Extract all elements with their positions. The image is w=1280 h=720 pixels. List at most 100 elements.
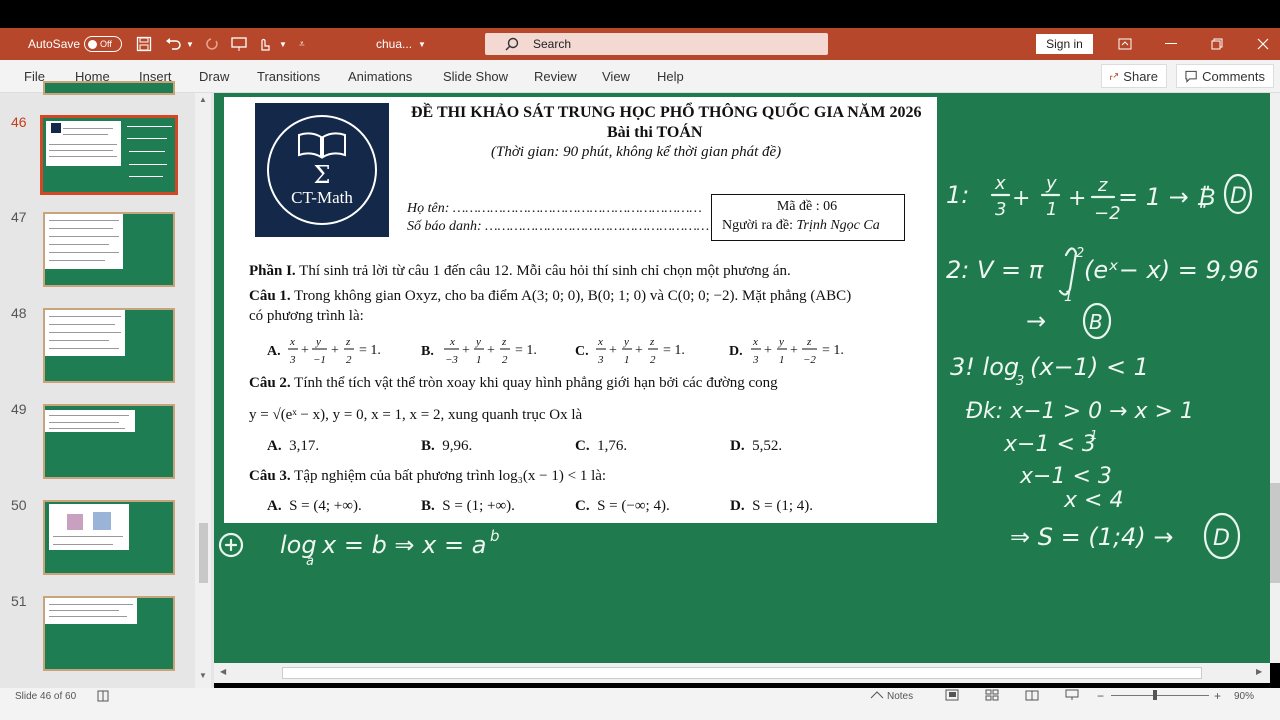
slide-vertical-scrollbar[interactable]: [1270, 93, 1280, 663]
restore-icon[interactable]: [1194, 28, 1240, 60]
tab-help[interactable]: Help: [657, 69, 684, 84]
tab-review[interactable]: Review: [534, 69, 577, 84]
svg-text:x = b ⇒ x = a: x = b ⇒ x = a: [321, 531, 486, 559]
scroll-up-arrow[interactable]: ▲: [199, 95, 207, 104]
svg-text:−2: −2: [1094, 203, 1121, 224]
slide-number: 46: [11, 114, 27, 130]
search-placeholder: Search: [533, 37, 572, 51]
notes-button[interactable]: Notes: [887, 691, 913, 702]
vertical-scroll-thumb[interactable]: [1270, 483, 1280, 583]
svg-text:y: y: [1045, 173, 1057, 194]
scroll-thumb[interactable]: [199, 523, 208, 583]
comment-icon: [1185, 70, 1197, 83]
slide-thumbnail-50[interactable]: [43, 500, 175, 575]
share-button[interactable]: Share: [1101, 64, 1167, 88]
status-bar: Slide 46 of 60 Notes − + 90%: [0, 688, 1280, 720]
svg-text:(eˣ− x) = 9,96: (eˣ− x) = 9,96: [1084, 256, 1259, 284]
touch-mode-icon[interactable]: [256, 28, 272, 60]
search-box[interactable]: Search: [485, 33, 828, 55]
svg-text:1: 1: [1064, 289, 1073, 305]
powerpoint-window: AutoSave Off ▼ ▼ ⩡ chua... ▼ Search Sign…: [0, 0, 1280, 720]
zoom-slider-thumb[interactable]: [1153, 690, 1157, 700]
autosave-toggle[interactable]: Off: [78, 28, 122, 60]
handwritten-ink: log a x = b ⇒ x = a b 1: x 3 + y 1 + z −2 =…: [218, 173, 1259, 569]
minimize-icon[interactable]: [1148, 28, 1194, 60]
slide-thumbnail-45[interactable]: [43, 81, 175, 95]
sign-in-button[interactable]: Sign in: [1036, 34, 1093, 54]
redo-icon[interactable]: [202, 28, 220, 60]
slide-thumbnail-49[interactable]: [43, 404, 175, 479]
tab-slide-show[interactable]: Slide Show: [443, 69, 508, 84]
horizontal-scroll-thumb[interactable]: [282, 667, 1202, 679]
svg-text:Đk: x−1 > 0 → x > 1: Đk: x−1 > 0 → x > 1: [966, 399, 1194, 424]
svg-text:1:: 1:: [946, 181, 969, 209]
svg-text:⇒ S = (1;4) →: ⇒ S = (1;4) →: [1010, 523, 1173, 551]
svg-text:x−1 < 3: x−1 < 3: [1003, 432, 1096, 457]
svg-text:x < 4: x < 4: [1063, 488, 1123, 513]
thumbnail-scrollbar[interactable]: ▲ ▼: [195, 93, 211, 688]
touch-dropdown-icon[interactable]: ▼: [279, 28, 287, 60]
slide-thumbnail-51[interactable]: [43, 596, 175, 671]
tab-animations[interactable]: Animations: [348, 69, 412, 84]
svg-text:+: +: [1012, 186, 1030, 211]
document-name[interactable]: chua...: [376, 28, 412, 60]
zoom-level[interactable]: 90%: [1234, 691, 1254, 702]
tab-file[interactable]: File: [24, 69, 45, 84]
accessibility-icon[interactable]: [97, 690, 109, 702]
search-icon: [505, 37, 519, 51]
ribbon-tabs: File Home Insert Draw Transitions Animat…: [0, 60, 1280, 93]
undo-dropdown-icon[interactable]: ▼: [186, 28, 194, 60]
svg-text:z: z: [1097, 175, 1108, 196]
present-icon[interactable]: [231, 28, 247, 60]
slide-thumbnail-pane: 46 47 48 49 50 51 ▲ ▼: [0, 81, 214, 688]
reading-view-icon[interactable]: [1025, 689, 1039, 701]
zoom-in-button[interactable]: +: [1214, 689, 1221, 703]
svg-text:= 1 → ₿: = 1 → ₿: [1118, 183, 1215, 211]
slide-thumbnail-46[interactable]: [40, 115, 178, 195]
autosave-state: Off: [100, 39, 112, 49]
zoom-out-button[interactable]: −: [1097, 689, 1104, 703]
svg-text:a: a: [306, 554, 314, 569]
svg-text:3: 3: [995, 199, 1006, 220]
ink-log-rule: log a x = b ⇒ x = a b: [218, 527, 500, 569]
slide-thumbnail-48[interactable]: [43, 308, 175, 383]
scroll-right-arrow[interactable]: ▶: [1256, 667, 1262, 676]
slide-sorter-icon[interactable]: [985, 689, 999, 701]
ribbon-display-options-icon[interactable]: [1102, 28, 1148, 60]
svg-text:1: 1: [1090, 428, 1098, 442]
slide-thumbnail-47[interactable]: [43, 212, 175, 287]
close-icon[interactable]: [1240, 28, 1280, 60]
notes-icon[interactable]: [870, 690, 884, 700]
doc-name-dropdown-icon[interactable]: ▼: [418, 28, 426, 60]
scroll-down-arrow[interactable]: ▼: [199, 671, 207, 680]
tab-draw[interactable]: Draw: [199, 69, 229, 84]
slide-number: 51: [11, 593, 27, 609]
undo-icon[interactable]: [165, 28, 183, 60]
title-bar: AutoSave Off ▼ ▼ ⩡ chua... ▼ Search Sign…: [0, 28, 1280, 60]
svg-text:B: B: [1089, 310, 1103, 334]
svg-text:1: 1: [1046, 199, 1057, 220]
normal-view-icon[interactable]: [945, 689, 959, 701]
tab-view[interactable]: View: [602, 69, 630, 84]
tab-transitions[interactable]: Transitions: [257, 69, 320, 84]
slide-canvas[interactable]: Σ CT-Math ĐỀ THI KHẢO SÁT TRUNG HỌC PHỔ …: [214, 93, 1270, 663]
slide-number: 49: [11, 401, 27, 417]
save-icon[interactable]: [136, 28, 152, 60]
slide-number: 50: [11, 497, 27, 513]
svg-text:x: x: [994, 173, 1006, 194]
scroll-left-arrow[interactable]: ◀: [220, 667, 226, 676]
svg-text:3! log: 3! log: [950, 353, 1019, 381]
svg-text:→: →: [1026, 307, 1046, 335]
svg-text:+: +: [1068, 186, 1086, 211]
slide-horizontal-scrollbar[interactable]: ◀ ▶: [214, 663, 1270, 683]
svg-text:2: V = π: 2: V = π: [946, 256, 1044, 284]
svg-text:b: b: [490, 527, 500, 545]
customize-qat-icon[interactable]: ⩡: [299, 28, 305, 60]
ink-answer-3: 3! log 3 (x−1) < 1 Đk: x−1 > 0 → x > 1 x…: [950, 353, 1241, 560]
comments-button[interactable]: Comments: [1176, 64, 1274, 88]
svg-text:D: D: [1230, 184, 1247, 209]
autosave-label: AutoSave: [28, 37, 81, 51]
svg-text:3: 3: [1016, 374, 1024, 389]
zoom-slider[interactable]: [1111, 695, 1209, 696]
slide-show-icon[interactable]: [1065, 689, 1079, 701]
